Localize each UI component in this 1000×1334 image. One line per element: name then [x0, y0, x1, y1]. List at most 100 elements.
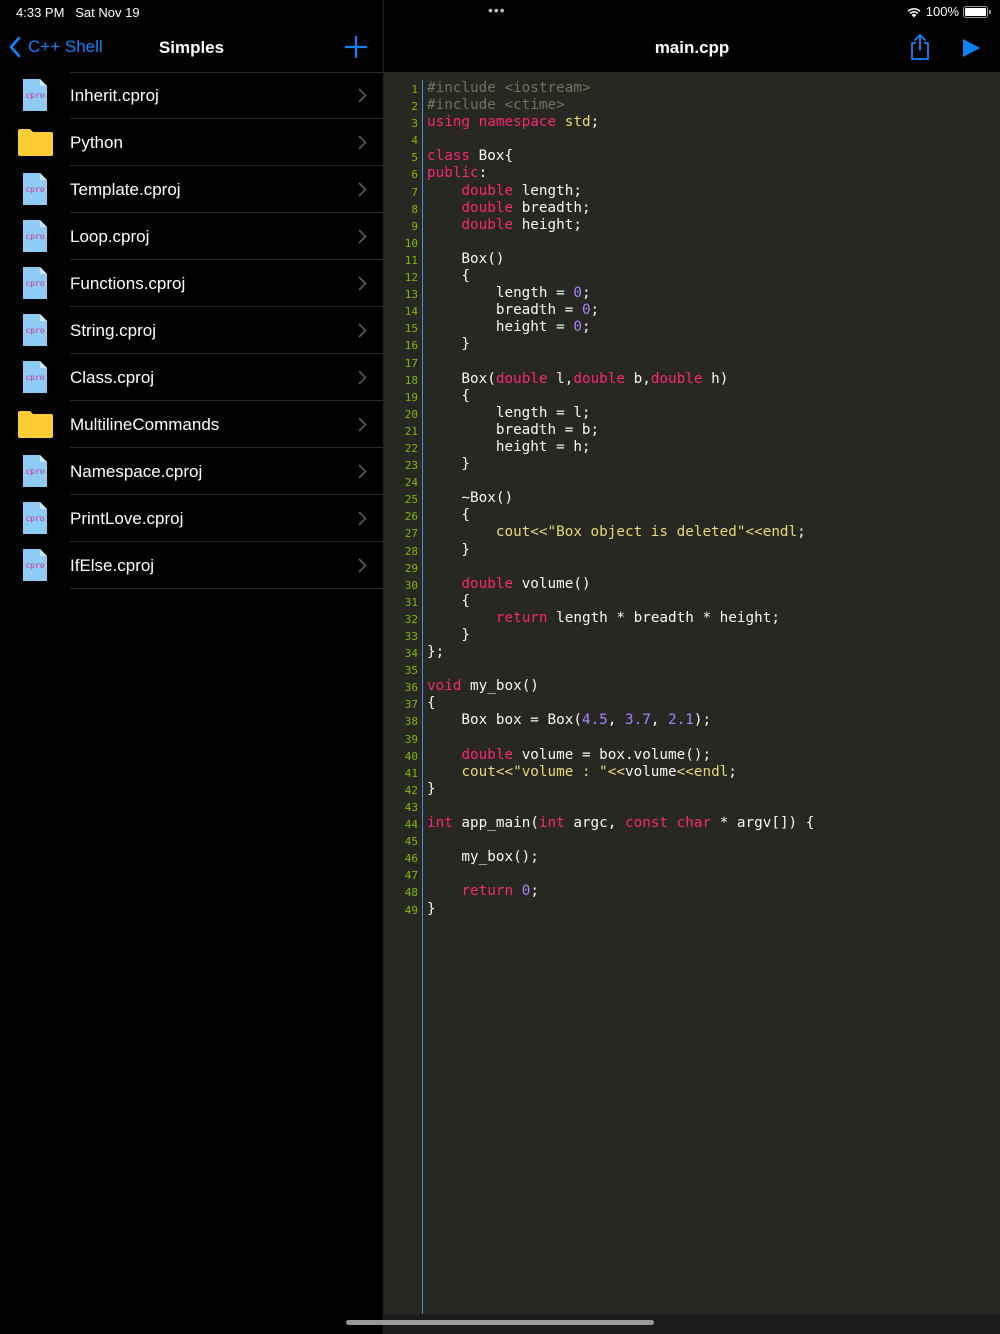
code-token: { [427, 592, 471, 609]
file-name: Functions.cproj [70, 274, 186, 293]
file-list-item[interactable]: cpro Loop.cproj [0, 213, 383, 260]
code-token: #include <iostream> [427, 80, 591, 96]
code-line: 23 } [384, 456, 1000, 473]
code-token: } [427, 541, 471, 558]
code-text: } [427, 542, 470, 559]
code-token: 0 [573, 285, 582, 302]
code-token: length = [427, 285, 574, 302]
file-list-item[interactable]: Python [0, 119, 383, 166]
line-number: 9 [411, 219, 418, 233]
code-text: height = 0; [427, 319, 591, 336]
chevron-right-icon [358, 323, 367, 338]
line-number: 14 [404, 305, 418, 319]
code-line: 17 [384, 354, 1000, 371]
line-number: 45 [404, 835, 418, 849]
cproj-file-icon: cpro [23, 455, 47, 487]
file-list-item[interactable]: cpro Namespace.cproj [0, 448, 383, 495]
file-icon-label: cpro [25, 514, 44, 523]
line-number: 34 [404, 647, 418, 661]
line-number: 28 [404, 544, 418, 558]
line-number: 1 [411, 83, 418, 96]
code-token: } [427, 780, 436, 797]
line-number: 44 [404, 818, 418, 832]
code-token: height = [427, 319, 574, 336]
add-button[interactable] [345, 36, 367, 58]
code-text: { [427, 593, 470, 610]
code-token: int [427, 815, 453, 832]
chevron-right-icon [358, 417, 367, 432]
line-number: 3 [411, 117, 418, 131]
code-editor[interactable]: 1 #include <iostream> 2 #include <ctime> 3 us… [384, 72, 1000, 1314]
code-token: height; [513, 216, 582, 233]
code-text: }; [427, 644, 444, 661]
file-name: PrintLove.cproj [70, 509, 184, 528]
sidebar-title: Simples [158, 38, 225, 57]
line-number: 43 [404, 800, 418, 814]
code-line: 22 height = h; [384, 439, 1000, 456]
editor-nav-bar: main.cpp [384, 24, 1000, 72]
line-number: 49 [404, 903, 418, 917]
code-token: ; [728, 763, 737, 780]
editor-title: main.cpp [654, 38, 730, 57]
file-list-item[interactable]: cpro IfElse.cproj [0, 542, 383, 589]
sidebar-nav-bar: C++ Shell Simples [0, 24, 383, 72]
folder-icon [18, 129, 53, 156]
file-icon-label: cpro [25, 467, 44, 476]
code-line: 30 double volume() [384, 576, 1000, 593]
code-line: 6 public: [384, 165, 1000, 182]
code-text: } [427, 456, 470, 473]
code-text: void my_box() [427, 678, 539, 695]
line-number: 19 [404, 390, 418, 404]
code-text: length = 0; [427, 285, 591, 302]
code-text: cout<<"Box object is deleted"<<endl; [427, 524, 806, 541]
home-indicator[interactable] [346, 1320, 654, 1325]
line-number: 46 [404, 852, 418, 866]
share-button[interactable] [909, 33, 931, 61]
line-number: 39 [404, 732, 418, 746]
file-list-item[interactable]: cpro Inherit.cproj [0, 72, 383, 119]
code-text: height = h; [427, 439, 591, 456]
multitasking-dots[interactable]: ••• [488, 2, 506, 18]
code-text: Box(double l,double b,double h) [427, 371, 728, 388]
code-token: : [478, 165, 488, 182]
code-token: const [625, 815, 669, 832]
line-number: 17 [404, 356, 418, 370]
file-name: Python [70, 133, 123, 152]
file-list-item[interactable]: cpro PrintLove.cproj [0, 495, 383, 542]
code-text: double breadth; [427, 200, 590, 217]
code-text: { [427, 695, 436, 712]
code-text: { [427, 268, 470, 285]
line-number: 10 [404, 236, 418, 250]
line-number: 25 [404, 493, 418, 507]
line-number: 2 [411, 100, 418, 114]
code-token: std [564, 114, 591, 131]
code-line: 24 [384, 473, 1000, 490]
file-list-item[interactable]: cpro Template.cproj [0, 166, 383, 213]
code-line: 16 } [384, 336, 1000, 353]
chevron-right-icon [358, 464, 367, 479]
code-token: cout<<"volume : "<< [461, 763, 625, 780]
battery-icon [963, 5, 991, 18]
line-number: 22 [404, 441, 418, 455]
file-name: MultilineCommands [70, 415, 220, 434]
code-line: 27 cout<<"Box object is deleted"<<endl; [384, 524, 1000, 541]
file-list-item[interactable]: cpro String.cproj [0, 307, 383, 354]
sidebar: C++ Shell Simples cpro Inherit.cproj Pytho… [0, 24, 383, 1334]
file-list-item[interactable]: cpro Functions.cproj [0, 260, 383, 307]
chevron-right-icon [358, 511, 367, 526]
code-line: 19 { [384, 388, 1000, 405]
file-list-item[interactable]: cpro Class.cproj [0, 354, 383, 401]
code-text: { [427, 388, 470, 405]
file-list-item[interactable]: MultilineCommands [0, 401, 383, 448]
cproj-file-icon: cpro [23, 361, 47, 393]
code-text: #include <iostream> [427, 80, 591, 97]
line-number: 21 [404, 424, 418, 438]
code-token: * argv[]) { [711, 815, 815, 832]
code-text: Box box = Box(4.5, 3.7, 2.1); [427, 712, 711, 729]
code-text: double volume = box.volume(); [427, 747, 711, 764]
file-icon-label: cpro [25, 561, 44, 570]
run-button[interactable] [962, 39, 980, 57]
cproj-file-icon: cpro [23, 173, 47, 205]
